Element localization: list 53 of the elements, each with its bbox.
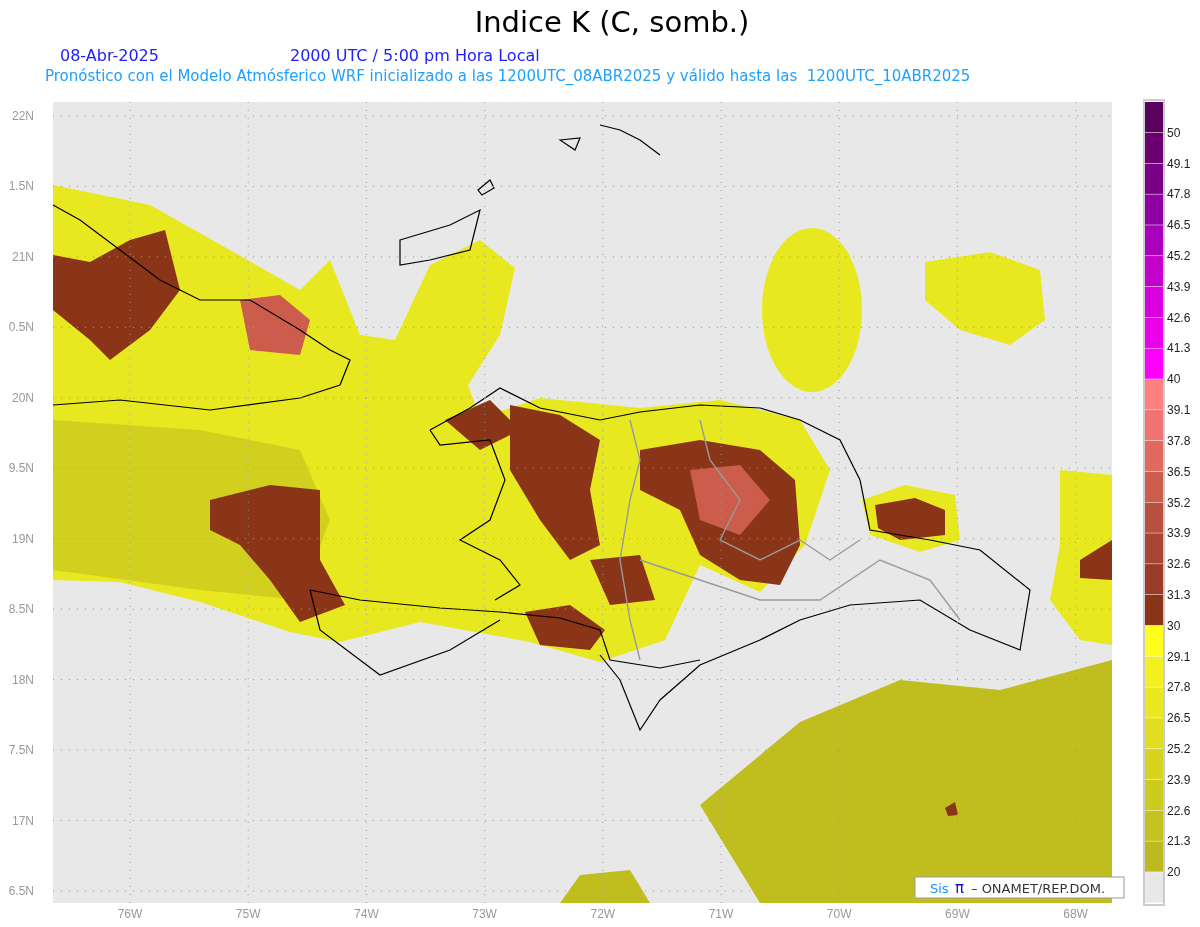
latitude-label: 19N <box>12 531 34 546</box>
colorbar-label: 20 <box>1167 865 1181 880</box>
longitude-label: 76W <box>117 907 143 921</box>
colorbar-label: 27.8 <box>1167 680 1191 695</box>
longitude-label: 75W <box>235 907 261 921</box>
colorbar-label: 45.2 <box>1167 249 1191 264</box>
colorbar-label: 42.6 <box>1167 310 1191 325</box>
colorbar-label: 39.1 <box>1167 403 1191 418</box>
latitude-label: 21N <box>12 249 34 264</box>
longitude-label: 71W <box>708 907 734 921</box>
colorbar-label: 47.8 <box>1167 187 1191 202</box>
colorbar-label: 43.9 <box>1167 279 1191 294</box>
latitude-label: 0.5N <box>8 320 34 335</box>
latitude-label: 7.5N <box>8 743 34 758</box>
time-label: 2000 UTC / 5:00 pm Hora Local <box>290 46 540 65</box>
colorbar-label: 33.9 <box>1167 526 1191 541</box>
colorbar-label: 40 <box>1167 372 1181 387</box>
colorbar-label: 46.5 <box>1167 218 1191 233</box>
longitude-label: 69W <box>945 907 970 921</box>
latitude-label: 9.5N <box>8 461 34 476</box>
colorbar-label: 26.5 <box>1167 711 1191 726</box>
latitude-label: 20N <box>12 390 34 405</box>
latitude-label: 17N <box>12 813 34 828</box>
colorbar-label: 36.5 <box>1167 464 1191 479</box>
colorbar-label: 50 <box>1167 125 1181 140</box>
longitude-label: 73W <box>472 907 497 921</box>
longitude-label: 74W <box>354 907 379 921</box>
longitude-label: 68W <box>1063 907 1088 921</box>
colorbar-label: 30 <box>1167 618 1181 633</box>
latitude-label: 1.5N <box>8 179 34 194</box>
date-label: 08-Abr-2025 <box>60 46 159 65</box>
colorbar-label: 35.2 <box>1167 495 1191 510</box>
logo-symbol: π <box>955 879 965 897</box>
longitude-label: 70W <box>826 907 852 921</box>
latitude-label: 22N <box>12 109 34 123</box>
colorbar-label: 37.8 <box>1167 433 1191 448</box>
colorbar-label: 21.3 <box>1167 834 1191 849</box>
colorbar-label: 23.9 <box>1167 772 1191 787</box>
colorbar-label: 32.6 <box>1167 557 1191 572</box>
colorbar-label: 41.3 <box>1167 341 1191 356</box>
colorbar-label: 25.2 <box>1167 741 1191 756</box>
chart-title: Indice K (C, somb.) <box>474 5 750 39</box>
latitude-label: 18N <box>12 672 34 687</box>
credit-text: – ONAMET/REP.DOM. <box>971 881 1106 896</box>
colorbar-label: 22.6 <box>1167 803 1191 818</box>
longitude-label: 72W <box>590 907 616 921</box>
logo-text: Sis <box>930 881 949 896</box>
forecast-subtitle: Pronóstico con el Modelo Atmósferico WRF inicializado a las 1200UTC_08ABR2025 y válido hasta las 1200UTC_10ABR2025 <box>45 67 971 85</box>
colorbar-label: 31.3 <box>1167 587 1191 602</box>
latitude-label: 8.5N <box>8 602 34 617</box>
latitude-label: 6.5N <box>8 884 34 898</box>
colorbar-label: 29.1 <box>1167 649 1191 664</box>
colorbar-label: 49.1 <box>1167 156 1191 171</box>
